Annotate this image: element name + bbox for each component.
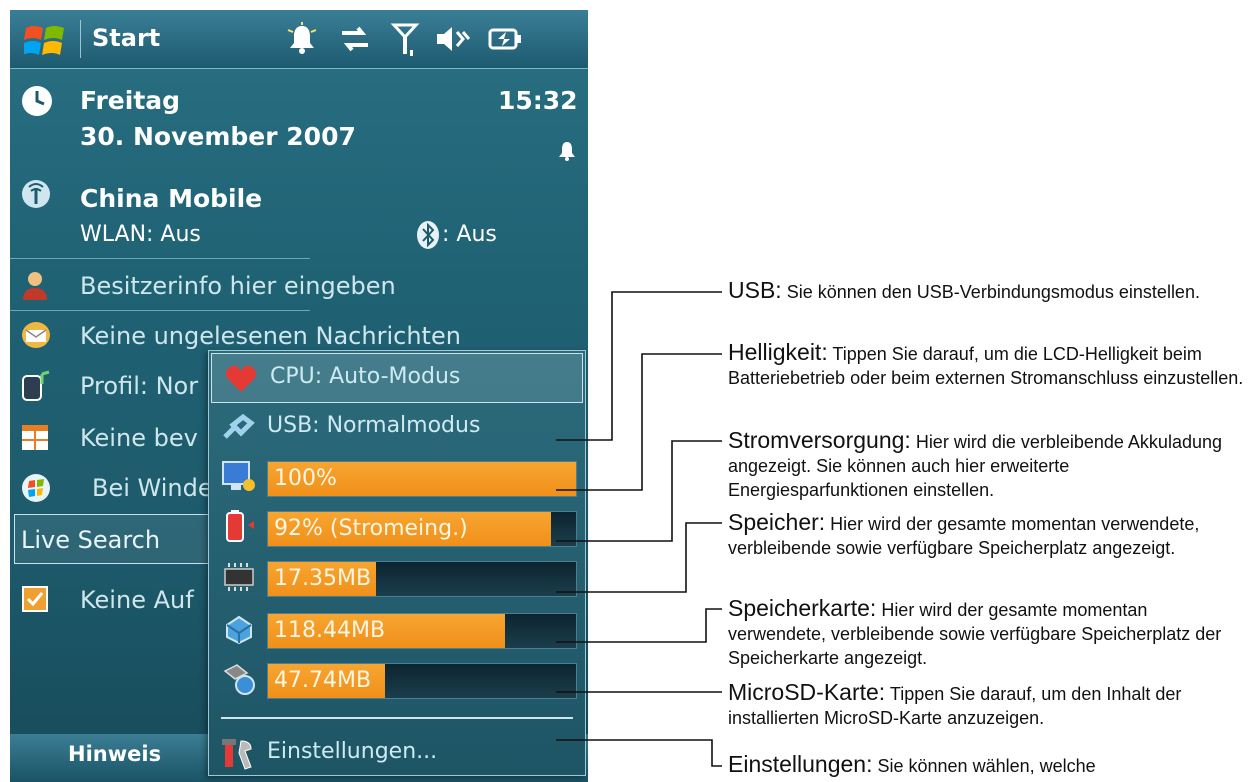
usb-mode-label: USB: Normalmodus [267,413,481,438]
microsd-item[interactable]: 47.74MB [209,657,585,703]
heart-icon [224,364,258,398]
callout-memory: Speicher: Hier wird der gesamte momentan… [728,509,1200,558]
microsd-value: 47.74MB [274,668,372,693]
wlan-status[interactable]: WLAN: Aus [80,222,201,247]
settings-item[interactable]: Einstellungen... [209,729,585,777]
alarm-bell-icon [556,140,578,166]
brightness-value: 100% [274,466,337,491]
tasks-label: Keine Auf [80,586,194,614]
device-settings-popup: CPU: Auto-Modus USB: Normalmodus 100% 92… [208,350,586,776]
storage-card-icon [221,611,257,651]
windows-live-label: Bei Winde [92,474,213,502]
storage-card-item[interactable]: 118.44MB [209,607,585,653]
windows-live-icon [20,472,52,508]
popup-divider [221,717,573,719]
bluetooth-status[interactable]: : Aus [442,222,497,247]
storage-card-bar[interactable]: 118.44MB [267,613,577,649]
usb-mode-item[interactable]: USB: Normalmodus [209,403,585,451]
callout-microsd: MicroSD-Karte: Tippen Sie darauf, um den… [728,679,1182,728]
start-label[interactable]: Start [92,24,160,52]
person-icon [20,270,50,306]
callout-brightness: Helligkeit: Tippen Sie darauf, um die LC… [728,339,1244,388]
connectivity-icon[interactable] [338,22,372,60]
callout-usb: USB: Sie können den USB-Verbindungsmodus… [728,277,1200,303]
divider [10,258,310,259]
usb-plug-icon [221,413,255,447]
clock-icon [20,84,54,122]
divider [10,310,310,311]
owner-info-label: Besitzerinfo hier eingeben [80,272,396,300]
battery-bar[interactable]: 92% (Stromeing.) [267,511,577,547]
volume-muted-icon[interactable] [434,22,471,60]
battery-power-icon[interactable] [486,22,526,60]
carrier-label: China Mobile [80,184,263,213]
antenna-icon [20,178,52,214]
cpu-mode-label: CPU: Auto-Modus [270,364,461,389]
time-label: 15:32 [498,86,578,115]
bluetooth-icon [416,220,440,254]
profile-label: Profil: Nor [80,372,199,400]
settings-label: Einstellungen... [267,739,438,764]
battery-icon [221,509,257,549]
memory-item[interactable]: 17.35MB [209,555,585,601]
callout-power: Stromversorgung: Hier wird die verbleibe… [728,427,1222,500]
brightness-bar[interactable]: 100% [267,461,577,497]
notification-icon[interactable] [285,22,319,60]
softkey-left-button[interactable]: Hinweis [68,742,161,766]
memory-bar[interactable]: 17.35MB [267,561,577,597]
task-check-icon [20,584,50,618]
tools-icon [221,737,257,775]
calendar-icon [20,422,50,456]
callout-storage-card: Speicherkarte: Hier wird der gesamte mom… [728,595,1222,668]
callout-settings: Einstellungen: Sie können wählen, welche [728,751,1096,777]
storage-card-value: 118.44MB [274,618,386,643]
messages-label: Keine ungelesenen Nachrichten [80,322,461,350]
battery-value: 92% (Stromeing.) [274,516,468,541]
microsd-card-icon [221,661,257,701]
day-label: Freitag [80,86,181,115]
today-date-row[interactable]: Freitag 30. November 2007 15:32 [10,76,588,172]
windows-logo-icon[interactable] [22,22,66,64]
network-row[interactable]: China Mobile WLAN: Aus : Aus [10,172,588,258]
taskbar-separator [80,20,81,58]
appointments-label: Keine bev [80,424,198,452]
owner-info-row[interactable]: Besitzerinfo hier eingeben [10,262,588,310]
cpu-mode-item[interactable]: CPU: Auto-Modus [211,353,583,403]
envelope-icon [20,320,52,354]
battery-item[interactable]: 92% (Stromeing.) [209,505,585,551]
brightness-item[interactable]: 100% [209,455,585,501]
live-search-box[interactable]: Live Search [14,514,214,564]
memory-chip-icon [221,559,257,599]
microsd-bar[interactable]: 47.74MB [267,663,577,699]
date-label: 30. November 2007 [80,122,356,151]
signal-icon[interactable] [390,22,420,62]
brightness-monitor-icon [221,459,257,499]
memory-value: 17.35MB [274,566,372,591]
taskbar: Start [10,10,588,69]
phone-profile-icon [20,370,52,406]
